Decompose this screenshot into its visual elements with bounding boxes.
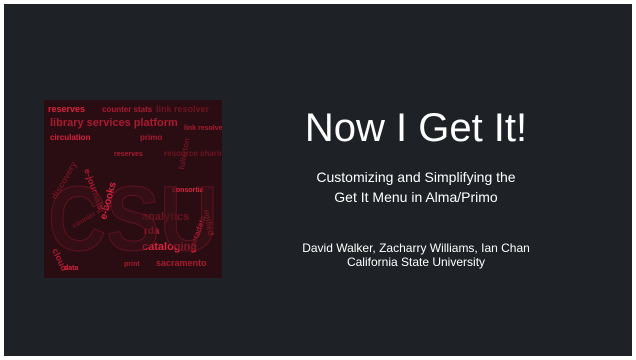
- author-names: David Walker, Zacharry Williams, Ian Cha…: [302, 241, 530, 255]
- author-affiliation: California State University: [346, 255, 486, 269]
- authors-block: David Walker, Zacharry Williams, Ian Cha…: [252, 241, 580, 269]
- logo-word: counter stats: [102, 105, 153, 114]
- logo-word: library services platform: [50, 117, 178, 129]
- logo-word: resource sharing: [164, 149, 222, 158]
- slide-subtitle: Customizing and Simplifying the Get It M…: [252, 167, 580, 207]
- csu-word-cloud-logo: reserves counter stats link resolverlibrar…: [44, 100, 222, 278]
- logo-word: link resolver: [156, 104, 210, 114]
- logo-word: circulation: [50, 133, 91, 142]
- logo-word: reserves: [48, 104, 85, 114]
- logo-word: link resolver: [184, 125, 222, 132]
- logo-big-letters: CSU: [48, 168, 218, 270]
- subtitle-line-1: Customizing and Simplifying the: [316, 169, 516, 185]
- logo-word: reserves: [114, 151, 143, 158]
- slide: reserves counter stats link resolver librar…: [4, 4, 632, 356]
- slide-title: Now I Get It!: [304, 106, 528, 150]
- logo-word: primo: [140, 133, 162, 142]
- subtitle-line-2: Get It Menu in Alma/Primo: [334, 189, 498, 205]
